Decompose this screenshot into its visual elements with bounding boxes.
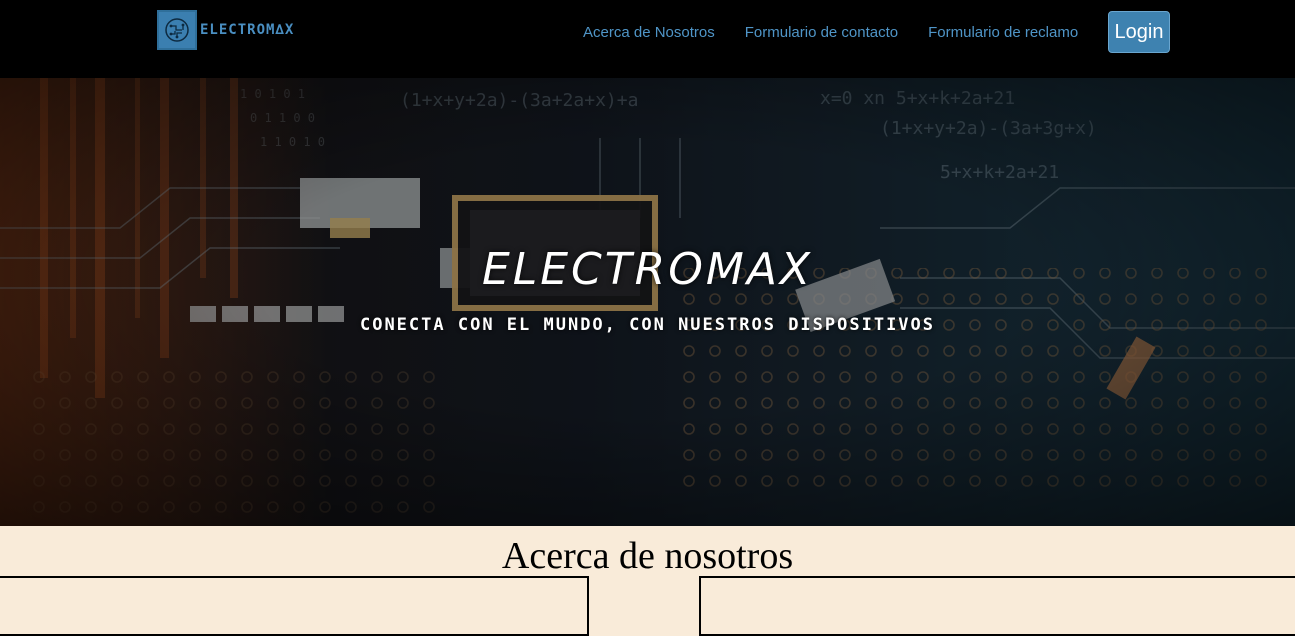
navbar: ELECTROM∆X Acerca de Nosotros Formulario… — [0, 0, 1295, 78]
main-nav: Acerca de Nosotros Formulario de contact… — [583, 24, 1078, 41]
about-card-left — [0, 576, 589, 636]
circuit-board-background: x=0 xn 5+x+k+2a+21 (1+x+y+2a)-(3a+3g+x) … — [0, 78, 1295, 526]
hero-subtitle: CONECTA CON EL MUNDO, CON NUESTROS DISPO… — [359, 315, 936, 335]
about-section: Acerca de nosotros — [0, 526, 1295, 636]
nav-link-contacto[interactable]: Formulario de contacto — [745, 24, 898, 41]
about-title: Acerca de nosotros — [501, 535, 794, 577]
nav-link-reclamo[interactable]: Formulario de reclamo — [928, 24, 1078, 41]
hero-title: ELECTROMAX — [481, 244, 814, 295]
login-button[interactable]: Login — [1108, 11, 1170, 53]
hero-banner: x=0 xn 5+x+k+2a+21 (1+x+y+2a)-(3a+3g+x) … — [0, 78, 1295, 526]
about-card-right — [699, 576, 1295, 636]
nav-link-acerca[interactable]: Acerca de Nosotros — [583, 24, 715, 41]
brand-name: ELECTROM∆X — [200, 22, 295, 38]
circuit-brain-logo-icon — [157, 10, 197, 50]
brand-link[interactable]: ELECTROM∆X — [157, 10, 294, 50]
